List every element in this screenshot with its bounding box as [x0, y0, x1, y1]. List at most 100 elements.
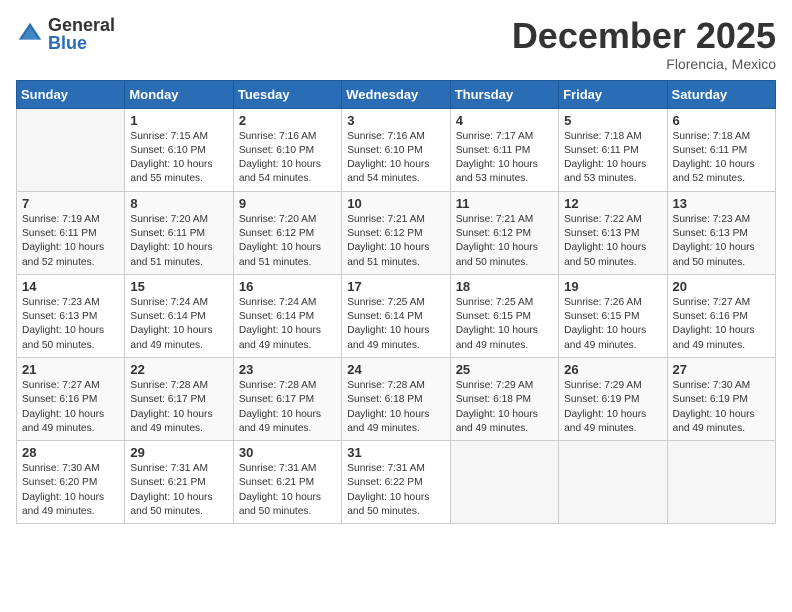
calendar-cell: 19Sunrise: 7:26 AMSunset: 6:15 PMDayligh… [559, 274, 667, 357]
weekday-header: Saturday [667, 80, 775, 108]
calendar-cell: 23 Sunrise: 7:28 AMSunset: 6:17 PMDayligh… [233, 357, 341, 440]
calendar-cell: 27Sunrise: 7:30 AMSunset: 6:19 PMDayligh… [667, 357, 775, 440]
day-info: Sunrise: 7:31 AMSunset: 6:21 PMDaylight:… [239, 462, 336, 519]
day-number: 15 [130, 279, 227, 294]
calendar-cell: 3 Sunrise: 7:16 AMSunset: 6:10 PMDaylight… [342, 108, 450, 191]
calendar-header: SundayMondayTuesdayWednesdayThursdayFrid… [17, 80, 776, 108]
day-number: 1 [130, 113, 227, 128]
calendar-cell: 17 Sunrise: 7:25 AMSunset: 6:14 PMDayligh… [342, 274, 450, 357]
day-info: Sunrise: 7:25 AMSunset: 6:15 PMDaylight:… [456, 296, 553, 353]
calendar-cell: 5Sunrise: 7:18 AMSunset: 6:11 PMDaylight… [559, 108, 667, 191]
calendar-cell: 6Sunrise: 7:18 AMSunset: 6:11 PMDaylight… [667, 108, 775, 191]
day-number: 24 [347, 362, 444, 377]
day-number: 28 [22, 445, 119, 460]
calendar-cell: 29 Sunrise: 7:31 AMSunset: 6:21 PMDayligh… [125, 441, 233, 524]
day-info: Sunrise: 7:31 AMSunset: 6:21 PMDaylight:… [130, 462, 227, 519]
calendar-week: 21 Sunrise: 7:27 AMSunset: 6:16 PMDayligh… [17, 357, 776, 440]
day-number: 20 [673, 279, 770, 294]
calendar-cell: 14Sunrise: 7:23 AMSunset: 6:13 PMDayligh… [17, 274, 125, 357]
calendar-cell: 25 Sunrise: 7:29 AMSunset: 6:18 PMDayligh… [450, 357, 558, 440]
day-info: Sunrise: 7:23 AMSunset: 6:13 PMDaylight:… [673, 213, 770, 270]
day-number: 17 [347, 279, 444, 294]
calendar-cell: 7 Sunrise: 7:19 AMSunset: 6:11 PMDaylight… [17, 191, 125, 274]
calendar-cell: 15 Sunrise: 7:24 AMSunset: 6:14 PMDayligh… [125, 274, 233, 357]
logo-blue: Blue [48, 34, 115, 52]
weekday-header: Tuesday [233, 80, 341, 108]
day-number: 3 [347, 113, 444, 128]
logo-text: General Blue [48, 16, 115, 52]
title-block: December 2025 Florencia, Mexico [512, 16, 776, 72]
day-number: 23 [239, 362, 336, 377]
day-number: 30 [239, 445, 336, 460]
day-info: Sunrise: 7:28 AMSunset: 6:17 PMDaylight:… [239, 379, 336, 436]
day-number: 4 [456, 113, 553, 128]
location: Florencia, Mexico [512, 56, 776, 72]
calendar-cell: 16 Sunrise: 7:24 AMSunset: 6:14 PMDayligh… [233, 274, 341, 357]
day-info: Sunrise: 7:26 AMSunset: 6:15 PMDaylight:… [564, 296, 661, 353]
calendar-cell: 10 Sunrise: 7:21 AMSunset: 6:12 PMDayligh… [342, 191, 450, 274]
weekday-header: Wednesday [342, 80, 450, 108]
calendar-cell: 31 Sunrise: 7:31 AMSunset: 6:22 PMDayligh… [342, 441, 450, 524]
day-info: Sunrise: 7:20 AMSunset: 6:12 PMDaylight:… [239, 213, 336, 270]
day-info: Sunrise: 7:28 AMSunset: 6:18 PMDaylight:… [347, 379, 444, 436]
day-info: Sunrise: 7:15 AMSunset: 6:10 PMDaylight:… [130, 130, 227, 187]
day-info: Sunrise: 7:21 AMSunset: 6:12 PMDaylight:… [347, 213, 444, 270]
day-number: 21 [22, 362, 119, 377]
day-number: 13 [673, 196, 770, 211]
day-info: Sunrise: 7:19 AMSunset: 6:11 PMDaylight:… [22, 213, 119, 270]
calendar-cell: 26Sunrise: 7:29 AMSunset: 6:19 PMDayligh… [559, 357, 667, 440]
day-info: Sunrise: 7:22 AMSunset: 6:13 PMDaylight:… [564, 213, 661, 270]
day-number: 25 [456, 362, 553, 377]
day-info: Sunrise: 7:27 AMSunset: 6:16 PMDaylight:… [22, 379, 119, 436]
calendar-cell: 12 Sunrise: 7:22 AMSunset: 6:13 PMDayligh… [559, 191, 667, 274]
calendar-cell: 28Sunrise: 7:30 AMSunset: 6:20 PMDayligh… [17, 441, 125, 524]
calendar-cell: 9 Sunrise: 7:20 AMSunset: 6:12 PMDaylight… [233, 191, 341, 274]
weekday-header: Sunday [17, 80, 125, 108]
calendar-cell: 24 Sunrise: 7:28 AMSunset: 6:18 PMDayligh… [342, 357, 450, 440]
calendar-cell [17, 108, 125, 191]
calendar-cell: 30 Sunrise: 7:31 AMSunset: 6:21 PMDayligh… [233, 441, 341, 524]
calendar-cell [559, 441, 667, 524]
calendar-week: 7 Sunrise: 7:19 AMSunset: 6:11 PMDaylight… [17, 191, 776, 274]
logo: General Blue [16, 16, 115, 52]
calendar-cell: 4 Sunrise: 7:17 AMSunset: 6:11 PMDaylight… [450, 108, 558, 191]
calendar-cell: 13 Sunrise: 7:23 AMSunset: 6:13 PMDayligh… [667, 191, 775, 274]
calendar-cell [667, 441, 775, 524]
day-number: 18 [456, 279, 553, 294]
calendar-week: 1 Sunrise: 7:15 AMSunset: 6:10 PMDaylight… [17, 108, 776, 191]
day-info: Sunrise: 7:18 AMSunset: 6:11 PMDaylight:… [564, 130, 661, 187]
weekday-header: Friday [559, 80, 667, 108]
day-number: 6 [673, 113, 770, 128]
day-info: Sunrise: 7:30 AMSunset: 6:19 PMDaylight:… [673, 379, 770, 436]
day-number: 29 [130, 445, 227, 460]
day-info: Sunrise: 7:27 AMSunset: 6:16 PMDaylight:… [673, 296, 770, 353]
calendar-cell: 18 Sunrise: 7:25 AMSunset: 6:15 PMDayligh… [450, 274, 558, 357]
day-number: 12 [564, 196, 661, 211]
day-number: 9 [239, 196, 336, 211]
day-number: 31 [347, 445, 444, 460]
day-info: Sunrise: 7:29 AMSunset: 6:18 PMDaylight:… [456, 379, 553, 436]
day-info: Sunrise: 7:24 AMSunset: 6:14 PMDaylight:… [130, 296, 227, 353]
calendar-cell: 1 Sunrise: 7:15 AMSunset: 6:10 PMDaylight… [125, 108, 233, 191]
weekday-header: Thursday [450, 80, 558, 108]
day-number: 22 [130, 362, 227, 377]
weekday-header: Monday [125, 80, 233, 108]
day-info: Sunrise: 7:20 AMSunset: 6:11 PMDaylight:… [130, 213, 227, 270]
day-number: 8 [130, 196, 227, 211]
calendar-cell: 2 Sunrise: 7:16 AMSunset: 6:10 PMDaylight… [233, 108, 341, 191]
page-header: General Blue December 2025 Florencia, Me… [16, 16, 776, 72]
day-number: 16 [239, 279, 336, 294]
day-info: Sunrise: 7:31 AMSunset: 6:22 PMDaylight:… [347, 462, 444, 519]
day-number: 7 [22, 196, 119, 211]
calendar-week: 28Sunrise: 7:30 AMSunset: 6:20 PMDayligh… [17, 441, 776, 524]
day-info: Sunrise: 7:24 AMSunset: 6:14 PMDaylight:… [239, 296, 336, 353]
month-title: December 2025 [512, 16, 776, 56]
day-info: Sunrise: 7:23 AMSunset: 6:13 PMDaylight:… [22, 296, 119, 353]
logo-general: General [48, 16, 115, 34]
day-number: 10 [347, 196, 444, 211]
day-number: 2 [239, 113, 336, 128]
day-info: Sunrise: 7:16 AMSunset: 6:10 PMDaylight:… [347, 130, 444, 187]
day-info: Sunrise: 7:16 AMSunset: 6:10 PMDaylight:… [239, 130, 336, 187]
day-info: Sunrise: 7:25 AMSunset: 6:14 PMDaylight:… [347, 296, 444, 353]
day-info: Sunrise: 7:17 AMSunset: 6:11 PMDaylight:… [456, 130, 553, 187]
